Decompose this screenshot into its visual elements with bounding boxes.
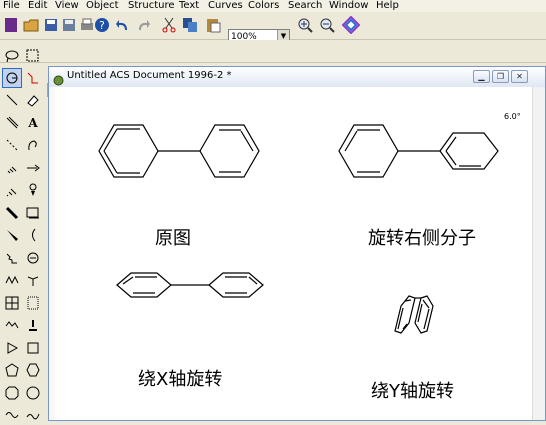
lasso-icon[interactable] xyxy=(2,46,22,66)
document-titlebar: Untitled ACS Document 1996-2 * ▁ ❐ ✕ xyxy=(49,67,545,88)
show-info-icon[interactable] xyxy=(342,16,360,34)
menu-help[interactable]: Help xyxy=(376,0,399,12)
template-icon[interactable] xyxy=(23,270,43,290)
hashed-wedge-icon[interactable] xyxy=(2,180,22,200)
pentagon-ring-icon[interactable] xyxy=(2,360,22,380)
bracket-icon[interactable] xyxy=(23,225,43,245)
menu-structure[interactable]: Structure xyxy=(128,0,175,12)
minimize-button[interactable]: ▁ xyxy=(473,70,490,83)
rotate-tool-icon[interactable] xyxy=(2,68,22,88)
query-tool-icon[interactable] xyxy=(23,315,43,335)
menu-object[interactable]: Object xyxy=(86,0,119,12)
copy-icon[interactable] xyxy=(181,16,199,34)
new-document-icon[interactable] xyxy=(2,16,20,34)
tool-palette: A xyxy=(0,49,46,421)
table-tool-icon[interactable] xyxy=(2,293,22,313)
close-button[interactable]: ✕ xyxy=(511,70,528,83)
drawing-canvas[interactable]: 6.0° 原图 旋转右侧分子 绕X轴旋转 绕Y轴旋转 xyxy=(55,87,533,420)
caption-rotate-y: 绕Y轴旋转 xyxy=(371,381,454,402)
menu-view[interactable]: View xyxy=(55,0,79,12)
freehand-icon[interactable] xyxy=(2,315,22,335)
wave-icon[interactable] xyxy=(2,405,22,425)
save-as-icon[interactable] xyxy=(60,16,78,34)
circle-ring-icon[interactable] xyxy=(23,383,43,403)
chain-tool-icon[interactable] xyxy=(2,270,22,290)
undo-icon[interactable] xyxy=(114,16,132,34)
biphenyl-rotated-x[interactable] xyxy=(116,272,264,298)
charge-icon[interactable] xyxy=(23,248,43,268)
arrow-tool-icon[interactable] xyxy=(23,158,43,178)
square-icon[interactable] xyxy=(23,338,43,358)
orbital-icon[interactable] xyxy=(23,180,43,200)
wedge-bond-icon[interactable] xyxy=(2,225,22,245)
text-tool-icon[interactable]: A xyxy=(23,113,43,133)
menu-file[interactable]: File xyxy=(3,0,20,12)
bond-tool-icon[interactable] xyxy=(2,90,22,110)
bold-bond-icon[interactable] xyxy=(2,203,22,223)
wave-alt-icon[interactable] xyxy=(23,405,43,425)
octagon-ring-icon[interactable] xyxy=(2,383,22,403)
open-folder-icon[interactable] xyxy=(22,16,40,34)
svg-text:?: ? xyxy=(99,19,105,32)
caption-original: 原图 xyxy=(155,228,191,249)
structure-perspective-icon[interactable] xyxy=(23,68,43,88)
wavy-bond-icon[interactable] xyxy=(2,248,22,268)
document-title: Untitled ACS Document 1996-2 * xyxy=(67,70,232,81)
double-bond-icon[interactable] xyxy=(2,113,22,133)
caption-rotate-right: 旋转右侧分子 xyxy=(368,228,476,249)
hashed-bond-icon[interactable] xyxy=(2,158,22,178)
document-window: Untitled ACS Document 1996-2 * ▁ ❐ ✕ 6.0… xyxy=(48,66,546,421)
biphenyl-rotated-right[interactable] xyxy=(338,124,499,178)
zoom-in-icon[interactable] xyxy=(296,16,314,34)
biphenyl-original[interactable] xyxy=(98,124,260,178)
save-icon[interactable] xyxy=(42,16,60,34)
zoom-out-icon[interactable] xyxy=(318,16,336,34)
restore-button[interactable]: ❐ xyxy=(492,70,509,83)
redo-icon[interactable] xyxy=(134,16,152,34)
menu-curves[interactable]: Curves xyxy=(208,0,243,12)
hexagon-ring-icon[interactable] xyxy=(23,360,43,380)
format-toolbar: ▼ ▼ B I U CH2 X2 X2 xyxy=(0,40,546,100)
dashed-bond-icon[interactable] xyxy=(2,135,22,155)
vertical-scrollbar[interactable] xyxy=(532,87,545,420)
caption-rotate-x: 绕X轴旋转 xyxy=(138,369,223,390)
cut-icon[interactable] xyxy=(160,16,178,34)
eraser-icon[interactable] xyxy=(23,90,43,110)
rotation-angle-label: 6.0° xyxy=(504,112,521,121)
play-icon[interactable] xyxy=(2,338,22,358)
main-toolbar: ? 100% ▼ xyxy=(0,12,546,43)
menu-window[interactable]: Window xyxy=(329,0,368,12)
tlc-plate-icon[interactable] xyxy=(23,293,43,313)
paste-icon[interactable] xyxy=(204,16,222,34)
structures-drawing xyxy=(98,124,499,334)
biphenyl-rotated-y[interactable] xyxy=(394,295,434,334)
marquee-icon[interactable] xyxy=(23,46,43,66)
help-icon[interactable]: ? xyxy=(93,16,111,34)
drawing-element-icon[interactable] xyxy=(23,203,43,223)
menu-edit[interactable]: Edit xyxy=(28,0,47,12)
menu-text[interactable]: Text xyxy=(179,0,199,12)
pen-tool-icon[interactable] xyxy=(23,135,43,155)
menu-bar: File Edit View Object Structure Text Cur… xyxy=(0,0,546,12)
menu-colors[interactable]: Colors xyxy=(248,0,279,12)
menu-search[interactable]: Search xyxy=(288,0,322,12)
